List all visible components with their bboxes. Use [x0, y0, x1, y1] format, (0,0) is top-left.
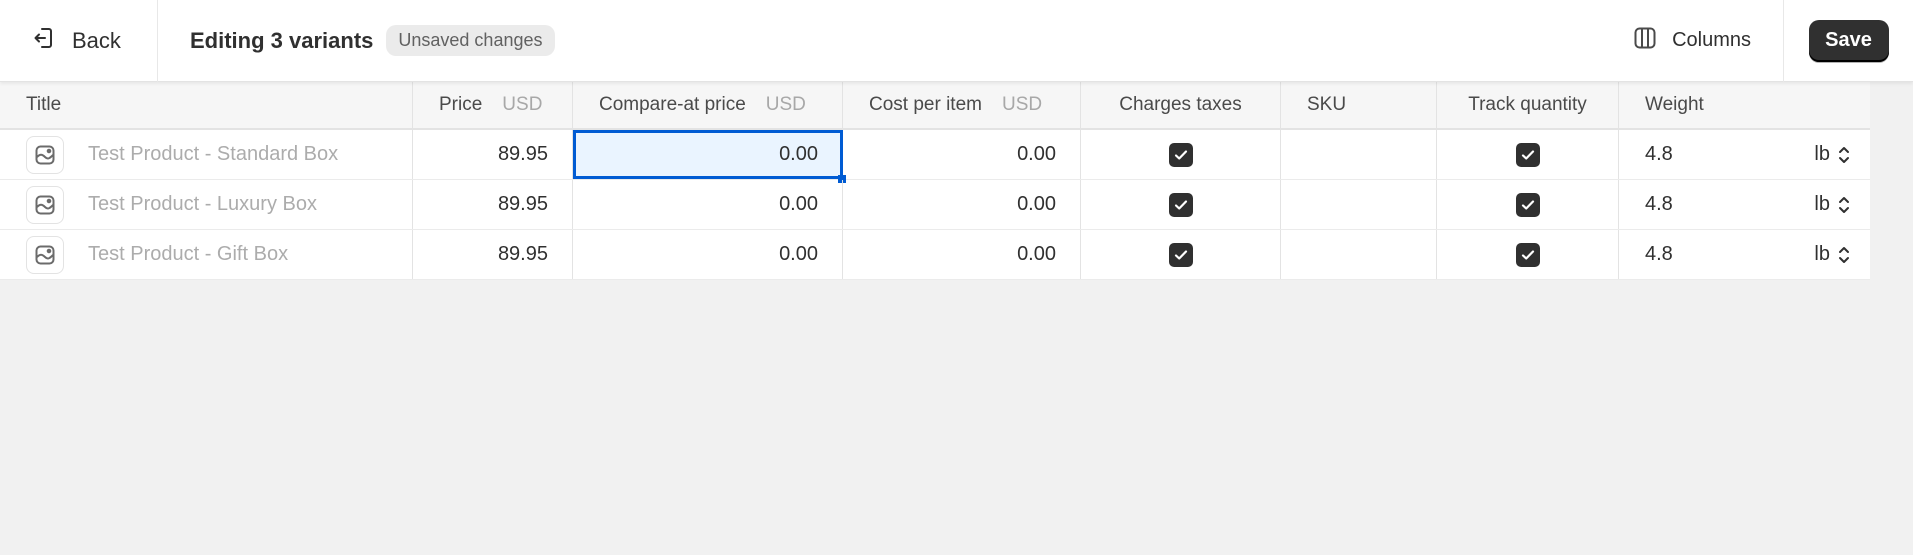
save-button[interactable]: Save [1808, 19, 1889, 62]
header-taxes-label: Charges taxes [1119, 94, 1242, 115]
top-bar: Back Editing 3 variants Unsaved changes … [0, 0, 1913, 82]
weight-cell[interactable]: 4.8 lb [1619, 130, 1870, 179]
header-compare-label: Compare-at price [599, 94, 746, 115]
compare-at-price-cell[interactable]: 0.00 [573, 180, 843, 229]
charges-taxes-cell [1081, 130, 1281, 179]
charges-taxes-cell [1081, 230, 1281, 279]
price-cell[interactable]: 89.95 [413, 230, 573, 279]
currency-label: USD [1001, 94, 1043, 115]
title-cell[interactable]: Test Product - Standard Box [0, 130, 413, 179]
header-charges-taxes[interactable]: Charges taxes [1081, 82, 1281, 128]
weight-unit-label: lb [1814, 243, 1830, 265]
product-title: Test Product - Standard Box [88, 143, 339, 165]
weight-unit-select[interactable]: lb [1814, 243, 1870, 266]
exit-icon [34, 27, 54, 55]
cost-value: 0.00 [1017, 243, 1056, 265]
track-quantity-cell [1437, 130, 1619, 179]
product-title: Test Product - Gift Box [88, 243, 289, 265]
header-weight-label: Weight [1645, 94, 1704, 115]
header-compare-at-price[interactable]: Compare-at price USD [573, 82, 843, 128]
sku-cell[interactable] [1281, 180, 1437, 229]
check-icon [1174, 249, 1187, 260]
currency-label: USD [765, 94, 806, 115]
track-quantity-cell [1437, 180, 1619, 229]
header-weight[interactable]: Weight [1619, 82, 1870, 128]
title-cell[interactable]: Test Product - Gift Box [0, 230, 413, 279]
sku-cell[interactable] [1281, 130, 1437, 179]
header-cost-per-item[interactable]: Cost per item USD [843, 82, 1081, 128]
header-title[interactable]: Title [0, 82, 413, 128]
charges-taxes-checkbox[interactable] [1168, 142, 1193, 167]
charges-taxes-checkbox[interactable] [1168, 192, 1193, 217]
product-title: Test Product - Luxury Box [88, 193, 317, 215]
page-title: Editing 3 variants [190, 27, 374, 53]
price-cell[interactable]: 89.95 [413, 180, 573, 229]
compare-at-price-cell[interactable]: 0.00 [573, 130, 846, 183]
image-placeholder-icon[interactable] [26, 235, 64, 274]
header-price[interactable]: Price USD [413, 82, 573, 128]
compare-at-value: 0.00 [779, 193, 818, 215]
header-title-label: Title [26, 94, 62, 115]
weight-value: 4.8 [1645, 143, 1673, 165]
compare-at-value: 0.00 [779, 243, 818, 265]
weight-unit-select[interactable]: lb [1814, 193, 1870, 216]
cost-cell[interactable]: 0.00 [843, 230, 1081, 279]
image-placeholder-icon[interactable] [26, 135, 64, 174]
table-header-row: Title Price USD Compare-at price USD Cost … [0, 82, 1870, 130]
columns-icon [1634, 27, 1656, 55]
cost-value: 0.00 [1017, 193, 1056, 215]
track-quantity-checkbox[interactable] [1515, 142, 1540, 167]
select-chevrons-icon [1839, 246, 1849, 263]
back-label: Back [72, 27, 121, 53]
image-placeholder-icon[interactable] [26, 185, 64, 224]
check-icon [1521, 149, 1534, 160]
sku-cell[interactable] [1281, 230, 1437, 279]
header-track-label: Track quantity [1468, 94, 1587, 115]
cost-cell[interactable]: 0.00 [843, 130, 1081, 179]
back-button[interactable]: Back [0, 0, 158, 82]
cost-cell[interactable]: 0.00 [843, 180, 1081, 229]
header-sku[interactable]: SKU [1281, 82, 1437, 128]
variants-table: Title Price USD Compare-at price USD Cost … [0, 82, 1870, 280]
select-chevrons-icon [1839, 146, 1849, 163]
track-quantity-checkbox[interactable] [1515, 192, 1540, 217]
compare-at-price-cell[interactable]: 0.00 [573, 230, 843, 279]
price-cell[interactable]: 89.95 [413, 130, 573, 179]
title-cell[interactable]: Test Product - Luxury Box [0, 180, 413, 229]
weight-cell[interactable]: 4.8 lb [1619, 230, 1870, 279]
weight-unit-label: lb [1814, 143, 1830, 165]
header-track-quantity[interactable]: Track quantity [1437, 82, 1619, 128]
header-sku-label: SKU [1307, 94, 1347, 115]
check-icon [1521, 249, 1534, 260]
price-value: 89.95 [497, 243, 548, 265]
header-cost-label: Cost per item [869, 94, 982, 115]
weight-unit-label: lb [1814, 193, 1830, 215]
price-value: 89.95 [497, 193, 548, 215]
currency-label: USD [502, 94, 543, 115]
track-quantity-checkbox[interactable] [1515, 242, 1540, 267]
weight-value: 4.8 [1645, 243, 1673, 265]
check-icon [1174, 199, 1187, 210]
price-value: 89.95 [497, 143, 548, 165]
weight-value: 4.8 [1645, 193, 1673, 215]
select-chevrons-icon [1839, 196, 1849, 213]
weight-unit-select[interactable]: lb [1814, 143, 1870, 166]
cost-value: 0.00 [1017, 143, 1056, 165]
table-row: Test Product - Gift Box 89.95 0.00 0.00 … [0, 230, 1870, 280]
header-price-label: Price [439, 94, 483, 115]
status-badge: Unsaved changes [386, 25, 555, 56]
table-row: Test Product - Luxury Box 89.95 0.00 0.0… [0, 180, 1870, 230]
columns-label: Columns [1672, 29, 1751, 51]
compare-at-value: 0.00 [779, 143, 818, 165]
check-icon [1174, 149, 1187, 160]
columns-button[interactable]: Columns [1634, 0, 1783, 82]
track-quantity-cell [1437, 230, 1619, 279]
table-row: Test Product - Standard Box 89.95 0.00 0… [0, 130, 1870, 183]
check-icon [1521, 199, 1534, 210]
charges-taxes-checkbox[interactable] [1168, 242, 1193, 267]
weight-cell[interactable]: 4.8 lb [1619, 180, 1870, 229]
charges-taxes-cell [1081, 180, 1281, 229]
